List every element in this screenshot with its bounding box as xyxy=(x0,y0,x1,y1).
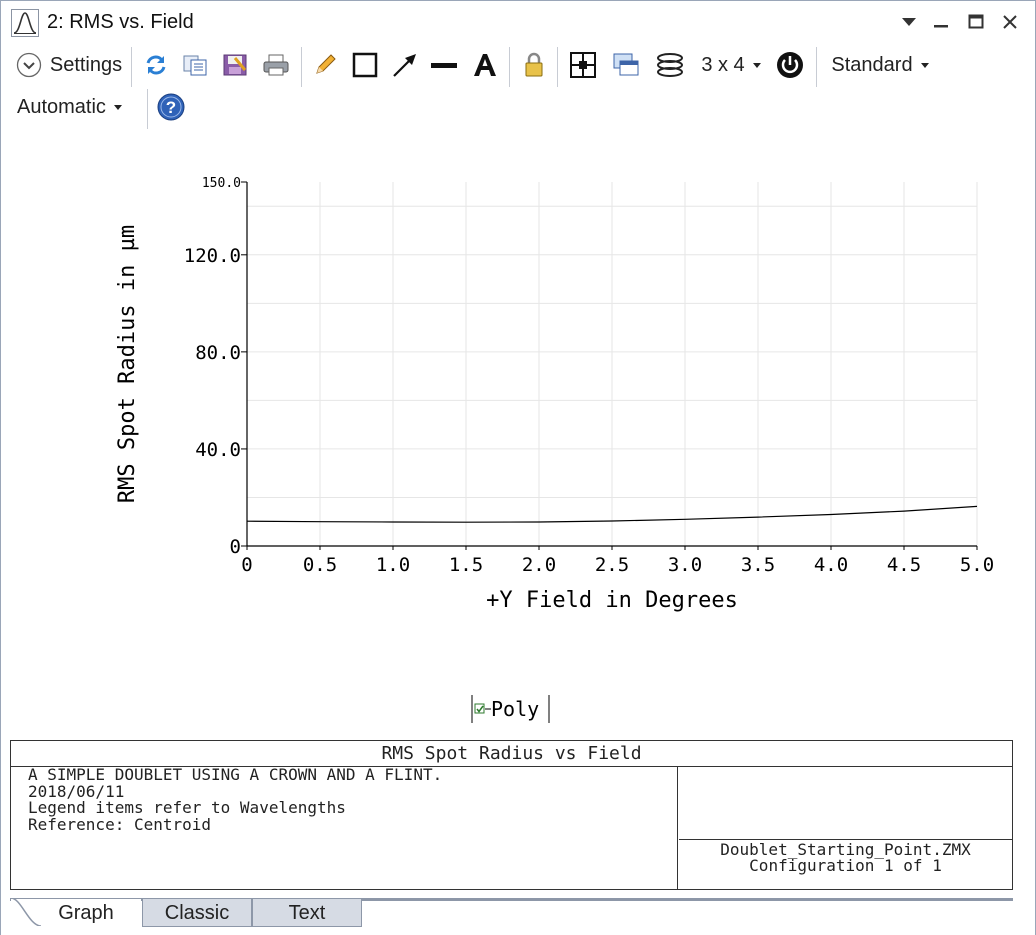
tab-classic[interactable]: Classic xyxy=(142,899,252,927)
print-icon[interactable] xyxy=(259,45,293,85)
configuration-text: Configuration 1 of 1 xyxy=(749,856,942,875)
line-icon[interactable] xyxy=(427,45,461,85)
close-button[interactable] xyxy=(997,9,1023,35)
toolbar-row-1: Settings 3 x 4 Standard xyxy=(1,45,1035,89)
pencil-icon[interactable] xyxy=(311,45,339,85)
y-tick-label: 40.0 xyxy=(195,439,241,461)
y-tick-label: 150.0 xyxy=(202,176,241,191)
chevron-down-icon xyxy=(752,62,761,68)
toolbar: Settings 3 x 4 Standard Automatic ? xyxy=(1,43,1035,133)
x-tick-label: 2.5 xyxy=(595,554,629,576)
tab-text-label: Text xyxy=(288,902,326,924)
window-title: 2: RMS vs. Field xyxy=(47,11,194,33)
minimize-button[interactable] xyxy=(928,9,954,35)
y-tick-label: 120.0 xyxy=(184,245,241,267)
info-line: A SIMPLE DOUBLET USING A CROWN AND A FLI… xyxy=(28,765,443,784)
info-blank-cell xyxy=(679,767,1012,840)
toolbar-separator xyxy=(301,47,302,87)
x-tick-label: 0 xyxy=(241,554,252,576)
toolbar-separator xyxy=(816,47,817,87)
tab-classic-label: Classic xyxy=(164,902,230,924)
window-menu-dropdown-icon[interactable] xyxy=(896,9,922,35)
save-icon[interactable] xyxy=(219,45,251,85)
x-axis-label: +Y Field in Degrees xyxy=(486,588,738,613)
y-tick-label: 0 xyxy=(230,536,241,558)
rms-vs-field-chart: 0 0.5 1.0 1.5 2.0 2.5 3.0 3.5 4.0 4.5 5.0 0 40.0 80.0… xyxy=(115,176,994,723)
refresh-icon[interactable] xyxy=(141,45,171,85)
x-tick-label: 0.5 xyxy=(303,554,337,576)
layout-grid-icon[interactable] xyxy=(567,45,599,85)
x-tick-label: 1.0 xyxy=(376,554,410,576)
x-tick-label: 4.0 xyxy=(814,554,848,576)
bell-curve-icon xyxy=(11,9,39,37)
info-description: A SIMPLE DOUBLET USING A CROWN AND A FLI… xyxy=(11,765,678,889)
info-panel: RMS Spot Radius vs Field A SIMPLE DOUBLE… xyxy=(10,740,1013,890)
legend-label: Poly xyxy=(491,697,539,721)
layers-icon[interactable] xyxy=(653,45,687,85)
automatic-label: Automatic xyxy=(17,95,106,118)
tab-graph-label: Graph xyxy=(58,902,114,924)
x-tick-label: 3.0 xyxy=(668,554,702,576)
automatic-dropdown[interactable]: Automatic xyxy=(17,87,137,127)
copy-icon[interactable] xyxy=(179,45,211,85)
x-tick-label: 1.5 xyxy=(449,554,483,576)
toolbar-separator xyxy=(509,47,510,87)
toolbar-separator xyxy=(147,89,148,129)
y-axis-label: RMS Spot Radius in µm xyxy=(115,225,140,503)
standard-dropdown[interactable]: Standard xyxy=(827,45,933,85)
tab-bar: Graph Classic Text xyxy=(1,891,1035,935)
info-title: RMS Spot Radius vs Field xyxy=(11,741,1012,767)
x-tick-label: 2.0 xyxy=(522,554,556,576)
toolbar-separator xyxy=(131,47,132,87)
layout-label: 3 x 4 xyxy=(701,53,745,76)
layout-dropdown[interactable]: 3 x 4 xyxy=(699,45,763,85)
svg-text:?: ? xyxy=(166,98,176,117)
toolbar-separator xyxy=(557,47,558,87)
y-tick-label: 80.0 xyxy=(195,342,241,364)
lock-icon[interactable] xyxy=(519,45,549,85)
chevron-down-icon xyxy=(920,62,929,68)
info-line: Reference: Centroid xyxy=(28,814,212,834)
title-bar: 2: RMS vs. Field xyxy=(1,1,1035,43)
power-icon[interactable] xyxy=(773,45,807,85)
text-icon[interactable] xyxy=(469,45,501,85)
x-tick-label: 5.0 xyxy=(960,554,994,576)
chevron-down-circle-icon xyxy=(16,52,42,78)
info-file-cell: Doublet_Starting_Point.ZMX Configuration… xyxy=(679,841,1012,889)
window-stack-icon[interactable] xyxy=(609,45,643,85)
arrow-icon[interactable] xyxy=(389,45,421,85)
rectangle-icon[interactable] xyxy=(349,45,381,85)
toolbar-row-2: Automatic ? xyxy=(1,87,1035,131)
help-icon[interactable]: ? xyxy=(155,87,187,127)
standard-label: Standard xyxy=(831,53,913,76)
settings-label: Settings xyxy=(49,53,123,76)
tab-graph[interactable]: Graph xyxy=(11,898,141,927)
maximize-button[interactable] xyxy=(963,9,989,35)
chart-area: 0 0.5 1.0 1.5 2.0 2.5 3.0 3.5 4.0 4.5 5.0 0 40.0 80.0… xyxy=(9,133,1029,739)
settings-button[interactable]: Settings xyxy=(13,45,125,85)
tab-text[interactable]: Text xyxy=(252,899,362,927)
x-tick-label: 3.5 xyxy=(741,554,775,576)
chevron-down-icon xyxy=(113,104,122,110)
analysis-window: 2: RMS vs. Field Settings 3 x 4 Standard… xyxy=(0,0,1036,935)
x-tick-label: 4.5 xyxy=(887,554,921,576)
